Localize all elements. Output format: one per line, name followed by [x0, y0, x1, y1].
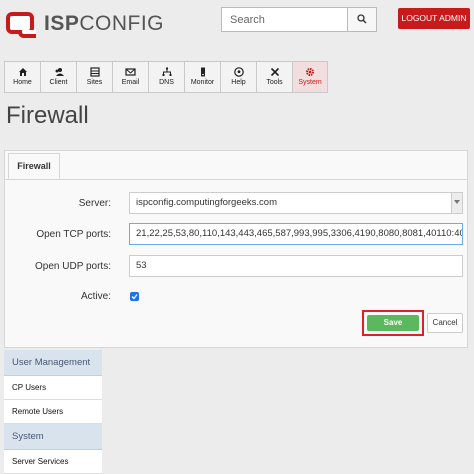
save-button[interactable]: Save: [367, 315, 419, 331]
server-select-value: ispconfig.computingforgeeks.com: [136, 197, 277, 208]
gear-icon: [306, 68, 314, 76]
cancel-button[interactable]: Cancel: [427, 313, 463, 333]
nav-monitor[interactable]: Monitor: [184, 61, 220, 93]
tcp-ports-input[interactable]: 21,22,25,53,80,110,143,443,465,587,993,9…: [129, 223, 463, 245]
ispconfig-logo[interactable]: ISPCONFIG: [6, 8, 164, 40]
nav-monitor-label: Monitor: [190, 79, 215, 86]
nav-help[interactable]: Help: [220, 61, 256, 93]
tools-icon: [270, 67, 279, 77]
search-input[interactable]: [222, 8, 350, 31]
nav-system-label: System: [298, 79, 322, 86]
nav-dns[interactable]: DNS: [148, 61, 184, 93]
logout-button[interactable]: LOGOUT ADMIN: [398, 8, 470, 29]
sidebar-item-cp-users[interactable]: CP Users: [4, 376, 102, 400]
tab-bar: Firewall: [5, 151, 467, 180]
save-button-highlight: Save: [362, 310, 424, 336]
search-box: [221, 7, 377, 32]
nav-home-label: Home: [13, 79, 32, 86]
home-icon: [18, 68, 27, 76]
nav-dns-label: DNS: [159, 79, 174, 86]
nav-sites-label: Sites: [86, 79, 103, 86]
sites-icon: [89, 67, 100, 77]
users-icon: [55, 68, 64, 76]
nav-client[interactable]: Client: [40, 61, 76, 93]
sidebar-section-user-management: User Management: [4, 350, 102, 376]
page-title: Firewall: [6, 102, 89, 129]
sidebar-item-server-services[interactable]: Server Services: [4, 450, 102, 474]
logo-text: ISPCONFIG: [44, 12, 165, 35]
nav-email[interactable]: Email: [112, 61, 148, 93]
nav-tools[interactable]: Tools: [256, 61, 292, 93]
search-icon: [357, 14, 367, 24]
nav-tools-label: Tools: [266, 79, 283, 86]
nav-help-label: Help: [231, 79, 246, 86]
server-select[interactable]: ispconfig.computingforgeeks.com: [129, 192, 463, 214]
main-nav: Home Client Sites Email DNS Monitor Help…: [4, 61, 328, 93]
search-button[interactable]: [347, 8, 376, 31]
logo-mark-icon: [6, 12, 36, 38]
chevron-down-icon: [454, 200, 460, 204]
nav-sites[interactable]: Sites: [76, 61, 112, 93]
active-label: Active:: [80, 291, 111, 302]
nav-system[interactable]: System: [292, 61, 328, 93]
udp-ports-label: Open UDP ports:: [35, 261, 111, 272]
monitor-icon: [200, 67, 205, 77]
server-label: Server:: [78, 198, 111, 209]
nav-client-label: Client: [49, 79, 68, 86]
soccer-ball-icon: [233, 67, 244, 77]
sitemap-icon: [162, 67, 171, 76]
sidebar-section-system: System: [4, 424, 102, 450]
sidebar: User Management CP Users Remote Users Sy…: [4, 350, 102, 474]
tab-firewall[interactable]: Firewall: [8, 153, 60, 179]
tcp-ports-label: Open TCP ports:: [36, 229, 111, 240]
active-checkbox[interactable]: [130, 292, 139, 301]
udp-ports-input[interactable]: 53: [129, 255, 463, 277]
nav-home[interactable]: Home: [4, 61, 40, 93]
nav-email-label: Email: [121, 79, 140, 86]
sidebar-item-remote-users[interactable]: Remote Users: [4, 400, 102, 424]
envelope-icon: [125, 68, 136, 76]
firewall-form-panel: Firewall Server: ispconfig.computingforg…: [4, 150, 468, 348]
checkmark-icon: [131, 294, 138, 300]
